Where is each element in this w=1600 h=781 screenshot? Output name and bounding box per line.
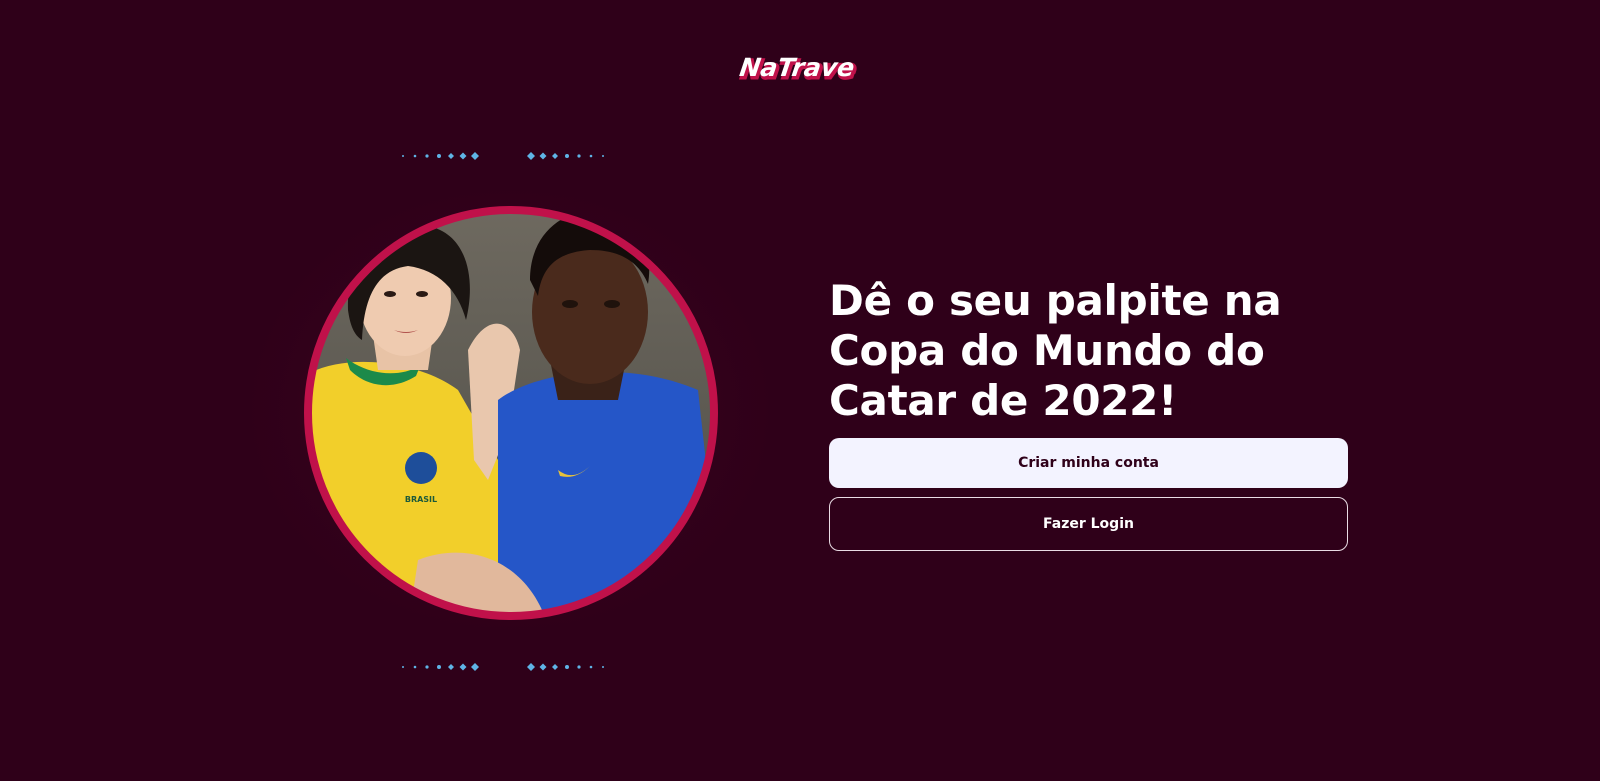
logo-text: NaTrave [738,53,856,82]
create-account-button[interactable]: Criar minha conta [829,438,1348,488]
decorative-dots-top [395,150,635,162]
cbf-badge [405,452,437,484]
decorative-dots-bottom [395,661,635,673]
login-button[interactable]: Fazer Login [829,497,1348,551]
hero-photo: BRASIL [298,200,724,626]
landing-page: NaTrave NaTrave BRASIL Dê o seu palpite … [0,0,1600,781]
shirt-badge-label: BRASIL [405,495,437,504]
natrave-logo: NaTrave NaTrave [738,52,868,88]
page-headline: Dê o seu palpite na Copa do Mundo do Cat… [829,276,1282,425]
